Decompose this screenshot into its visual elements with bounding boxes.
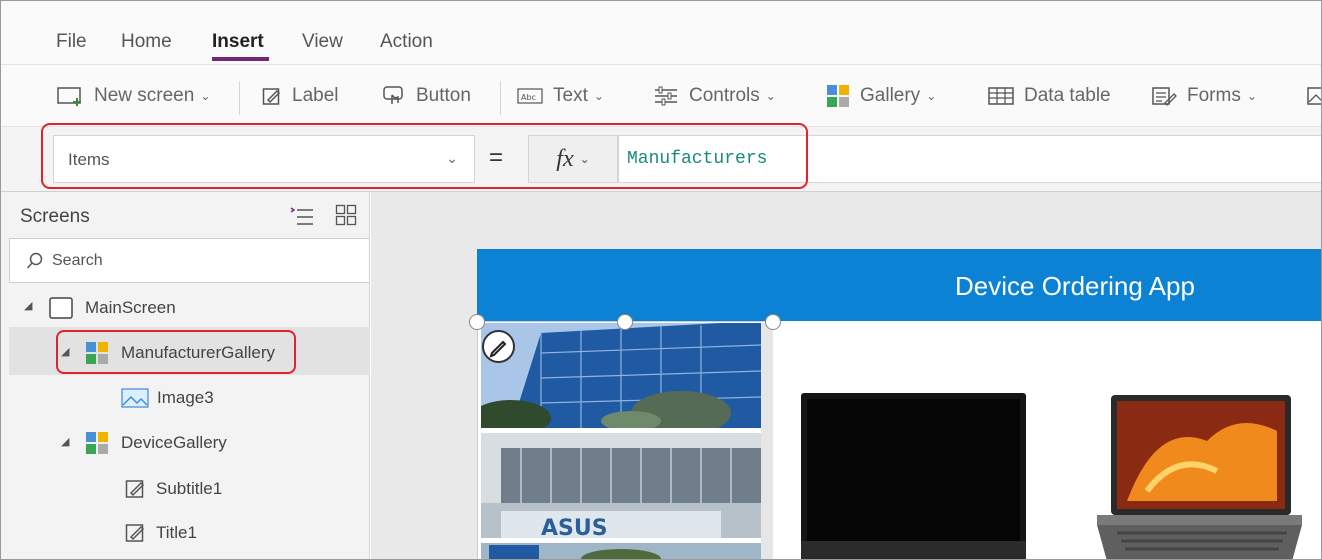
label-button[interactable]: Label (262, 79, 339, 113)
expand-caret-icon[interactable]: ◢ (61, 435, 69, 448)
menu-bar: File Home Insert View Action (1, 1, 1321, 65)
ribbon-toolbar: New screen ⌄ Label Button Abc Text ⌄ Con… (1, 65, 1321, 127)
button-hand-icon (383, 86, 403, 104)
manufacturer-image-1[interactable] (481, 323, 761, 436)
app-title: Device Ordering App (955, 271, 1195, 301)
device-image-laptop[interactable] (1087, 391, 1307, 560)
label-pencil-icon (125, 480, 145, 498)
search-box (9, 238, 370, 283)
manufacturer-image-3[interactable] (481, 543, 761, 560)
active-tab-indicator (212, 57, 269, 61)
text-input-icon: Abc (517, 88, 543, 104)
tree-item-subtitle1[interactable]: Subtitle1 (125, 467, 222, 511)
panel-title: Screens (20, 206, 90, 227)
thumbnail-view-icon[interactable] (335, 204, 357, 226)
chevron-down-icon: ⌄ (200, 89, 211, 103)
tree-item-label: Subtitle1 (156, 479, 223, 498)
chevron-down-icon: ⌄ (765, 89, 776, 103)
chevron-down-icon: ⌄ (926, 89, 937, 103)
button-button[interactable]: Button (382, 79, 471, 113)
edit-gallery-button[interactable] (482, 330, 515, 363)
chevron-down-icon: ⌄ (1246, 89, 1257, 103)
expand-caret-icon[interactable]: ◢ (24, 299, 32, 312)
label-pencil-icon (262, 88, 281, 105)
new-screen-icon (57, 87, 81, 106)
data-table-label: Data table (1024, 85, 1111, 106)
tree-item-image3[interactable]: Image3 (121, 376, 214, 420)
search-input[interactable] (52, 249, 352, 273)
gallery-button[interactable]: Gallery ⌄ (826, 79, 936, 113)
image-icon (1307, 87, 1321, 105)
forms-label: Forms (1187, 85, 1241, 106)
pencil-icon (489, 340, 507, 358)
new-screen-button[interactable]: New screen ⌄ (56, 79, 210, 113)
tree-item-title1[interactable]: Title1 (125, 511, 197, 555)
menu-action[interactable]: Action (380, 31, 433, 53)
chevron-down-icon: ⌄ (593, 89, 604, 103)
gallery-icon (86, 432, 108, 454)
tree-item-devicegallery[interactable]: DeviceGallery (85, 421, 227, 465)
ribbon-separator (500, 81, 501, 115)
gallery-highlight-box (56, 330, 296, 374)
app-window: File Home Insert View Action New screen … (0, 0, 1322, 560)
resize-handle[interactable] (617, 314, 633, 330)
screen-icon (49, 297, 73, 319)
menu-home[interactable]: Home (121, 31, 172, 53)
menu-insert[interactable]: Insert (212, 31, 264, 53)
tree-item-mainscreen[interactable]: MainScreen (49, 286, 176, 330)
tree-item-label: Image3 (157, 388, 214, 407)
screens-panel: Screens ◢ MainScreen ◢ ManufacturerGalle… (1, 192, 370, 559)
tree-item-label: DeviceGallery (121, 433, 227, 452)
controls-label: Controls (689, 85, 760, 106)
manufacturer-image-2[interactable]: ASUS (481, 433, 761, 541)
forms-icon (1152, 87, 1177, 106)
search-icon (26, 252, 43, 269)
gallery-icon (827, 85, 849, 107)
tree-view-icon[interactable] (289, 206, 315, 228)
resize-handle[interactable] (469, 314, 485, 330)
tree-item-label: MainScreen (85, 298, 176, 317)
text-button[interactable]: Abc Text ⌄ (517, 79, 604, 113)
menu-file[interactable]: File (56, 31, 87, 53)
svg-text:ASUS: ASUS (541, 516, 608, 541)
manufacturer-images: ASUS (481, 323, 761, 560)
label-pencil-icon (125, 524, 145, 542)
formula-highlight-box (41, 123, 808, 189)
button-label: Button (416, 85, 471, 106)
image-icon (121, 388, 149, 408)
new-screen-label: New screen (94, 85, 195, 106)
svg-text:Abc: Abc (521, 93, 536, 102)
menu-view[interactable]: View (302, 31, 343, 53)
gallery-label: Gallery (860, 85, 921, 106)
tree-item-label: Title1 (156, 523, 197, 542)
media-button[interactable] (1307, 79, 1321, 113)
forms-button[interactable]: Forms ⌄ (1151, 79, 1257, 113)
ribbon-separator (239, 81, 240, 115)
gallery-scrollbar[interactable] (761, 323, 773, 559)
device-image-monitor[interactable] (801, 391, 1031, 560)
data-table-button[interactable]: Data table (988, 79, 1111, 113)
controls-sliders-icon (655, 86, 677, 106)
controls-button[interactable]: Controls ⌄ (653, 79, 776, 113)
text-label: Text (553, 85, 588, 106)
app-header-bar (477, 249, 1321, 321)
data-table-icon (988, 87, 1014, 105)
resize-handle[interactable] (765, 314, 781, 330)
label-label: Label (292, 85, 339, 106)
